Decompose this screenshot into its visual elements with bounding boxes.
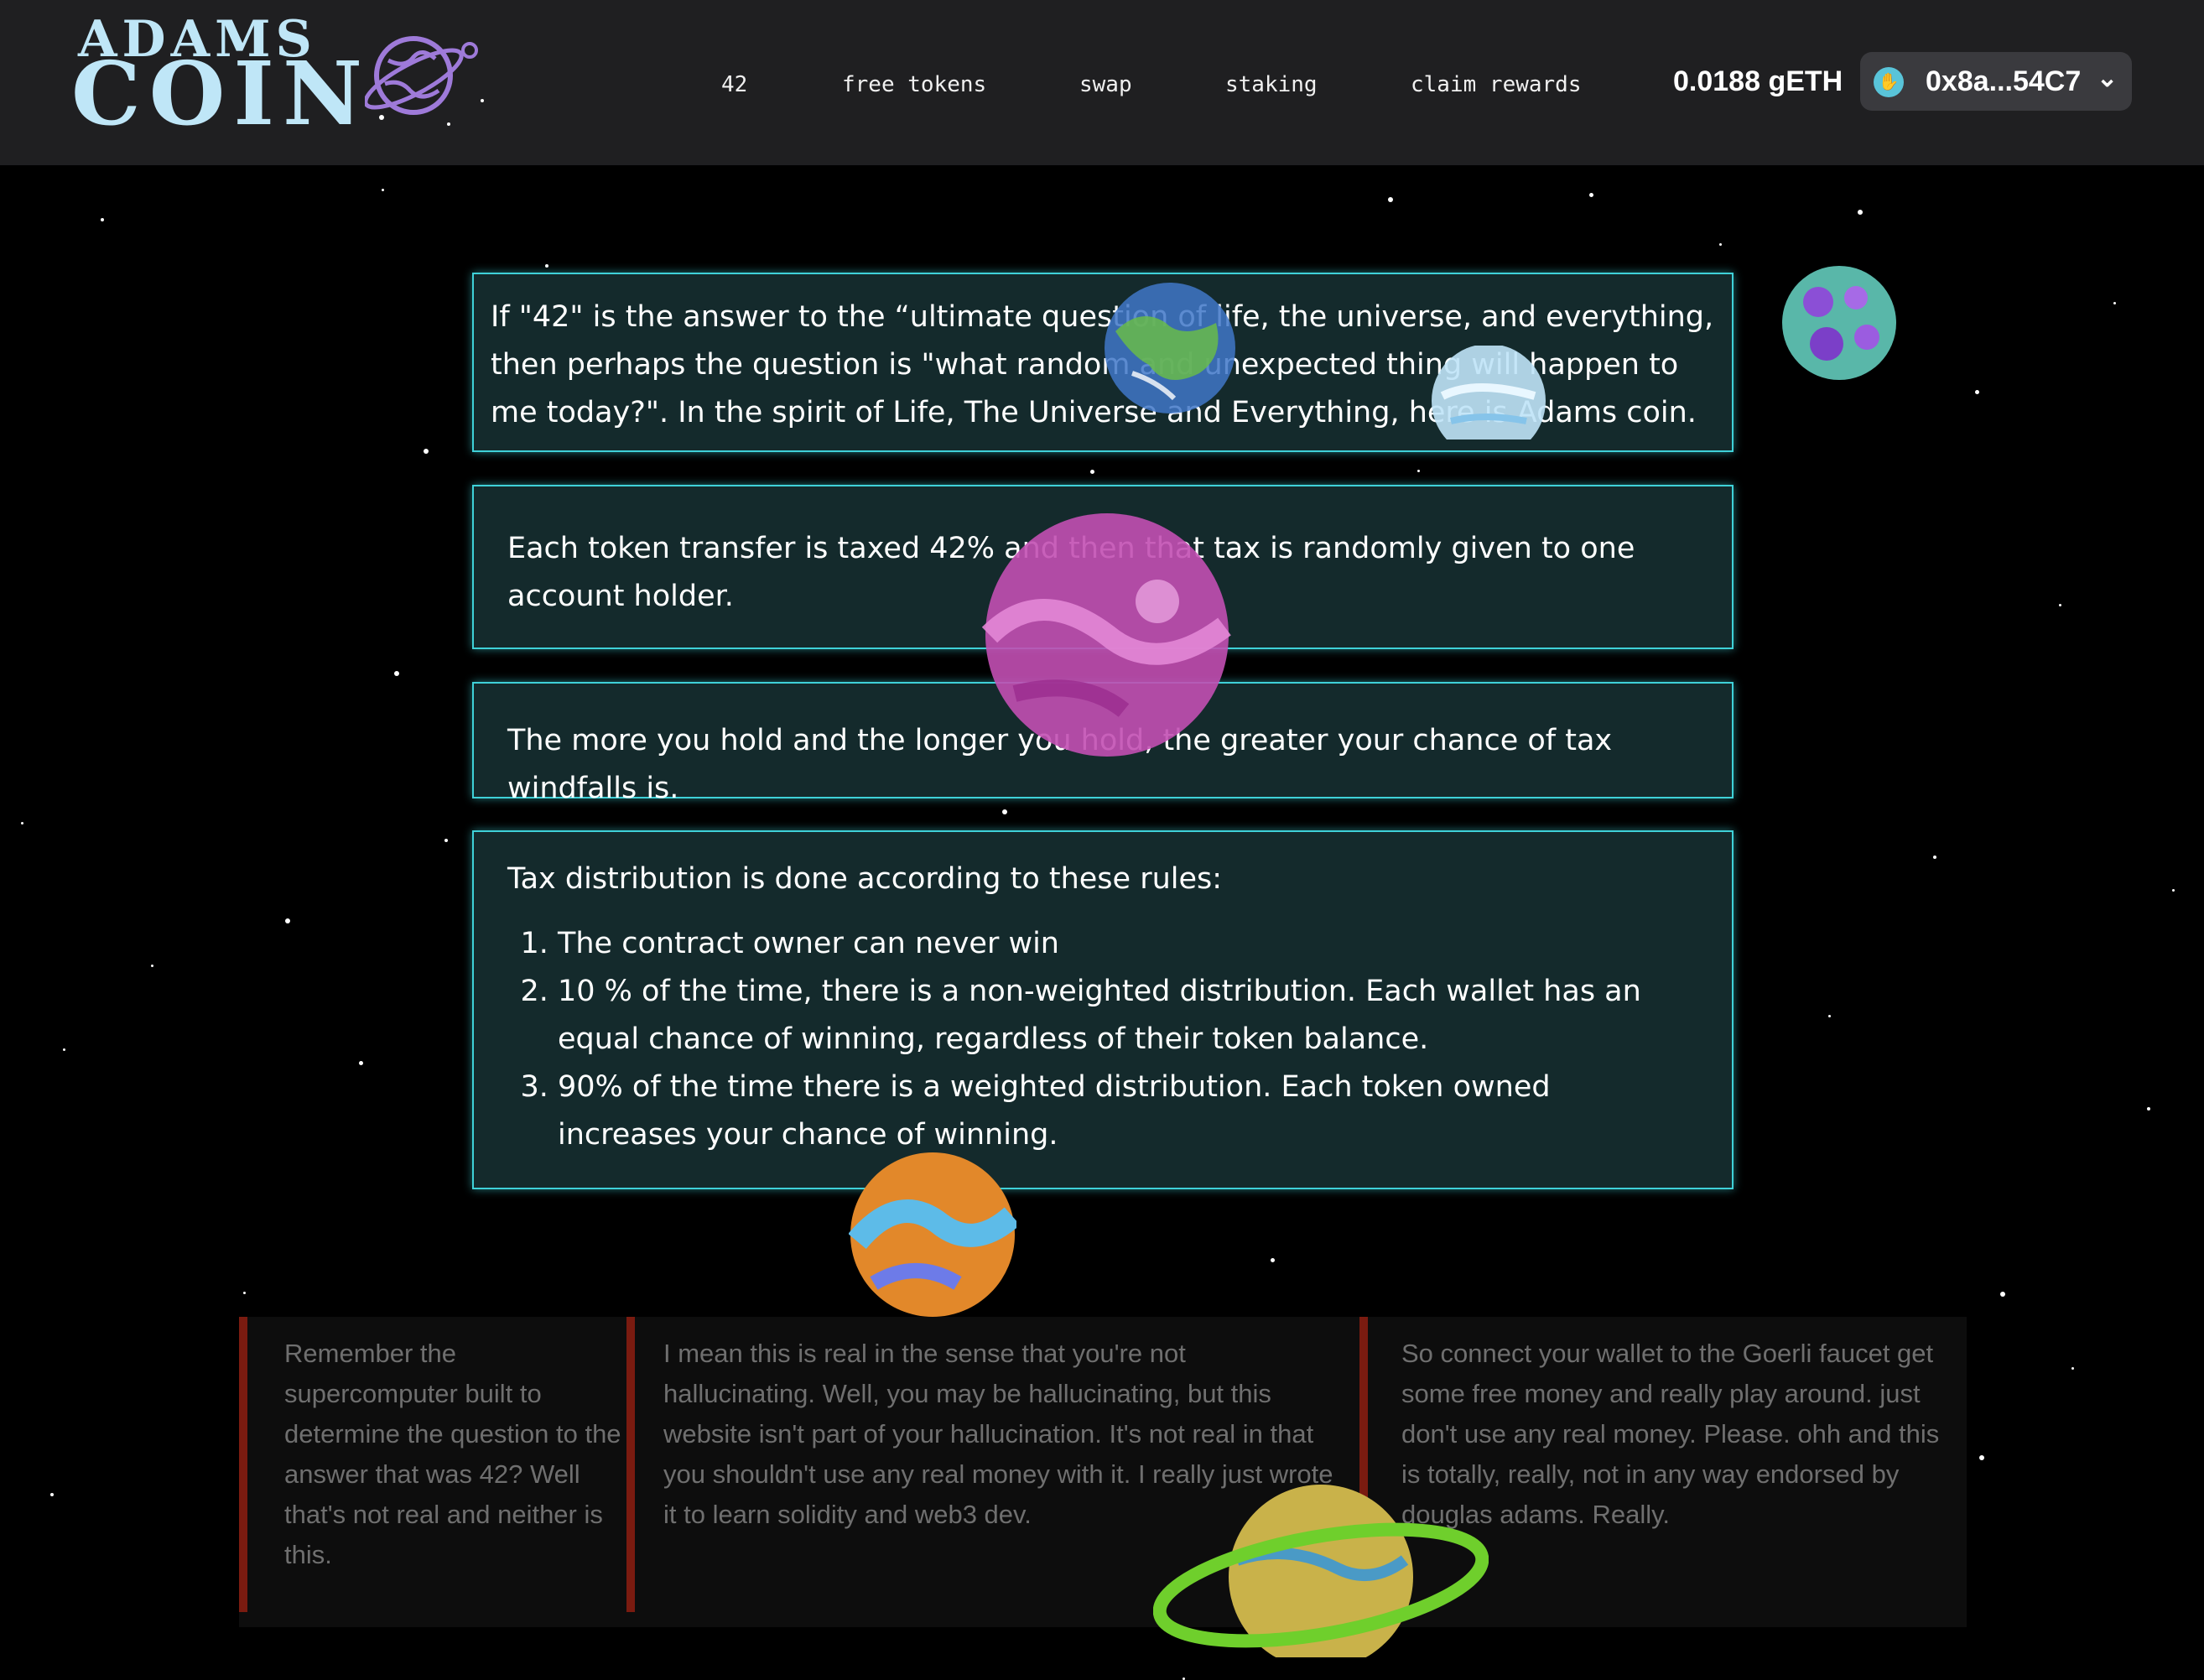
rule-item: 10 % of the time, there is a non-weighte…	[558, 968, 1665, 1064]
rule-item: 90% of the time there is a weighted dist…	[558, 1064, 1665, 1159]
wallet-avatar-icon: ✋	[1874, 67, 1904, 97]
eth-balance: 0.0188 gETH	[1673, 65, 1843, 97]
rules-card: Tax distribution is done according to th…	[472, 830, 1734, 1189]
nav-link-free-tokens[interactable]: free tokens	[842, 72, 986, 97]
rule-item: The contract owner can never win	[558, 920, 1665, 968]
wallet-address: 0x8a...54C7	[1926, 65, 2082, 97]
disclaimer-section: Remember the supercomputer built to dete…	[239, 1317, 1967, 1627]
quote-text: Remember the supercomputer built to dete…	[284, 1339, 621, 1569]
top-navigation-bar: ADAMS COIN 42 free tokens swap staking c…	[0, 0, 2204, 165]
brand-logo[interactable]: ADAMS COIN	[71, 10, 499, 144]
orange-planet-icon	[849, 1152, 1016, 1317]
nav-link-claim-rewards[interactable]: claim rewards	[1411, 72, 1582, 97]
ringed-planet-icon	[1153, 1485, 1489, 1657]
purple-crystal-planet-icon	[1782, 266, 1896, 380]
wallet-account-button[interactable]: ✋ 0x8a...54C7 ⌄	[1860, 52, 2132, 111]
brand-name-line2: COIN	[71, 42, 372, 145]
planet-logo-icon	[365, 36, 484, 126]
nav-link-staking[interactable]: staking	[1225, 72, 1318, 97]
quote-block: Remember the supercomputer built to dete…	[239, 1317, 637, 1612]
rules-list: The contract owner can never win 10 % of…	[507, 920, 1665, 1159]
chevron-down-icon: ⌄	[2097, 65, 2118, 92]
green-earth-planet-icon	[1105, 283, 1235, 413]
pink-planet-icon	[981, 513, 1231, 757]
nav-link-42[interactable]: 42	[721, 72, 747, 97]
rules-heading: Tax distribution is done according to th…	[507, 862, 1223, 896]
ice-planet-icon	[1432, 346, 1546, 440]
nav-link-swap[interactable]: swap	[1079, 72, 1132, 97]
